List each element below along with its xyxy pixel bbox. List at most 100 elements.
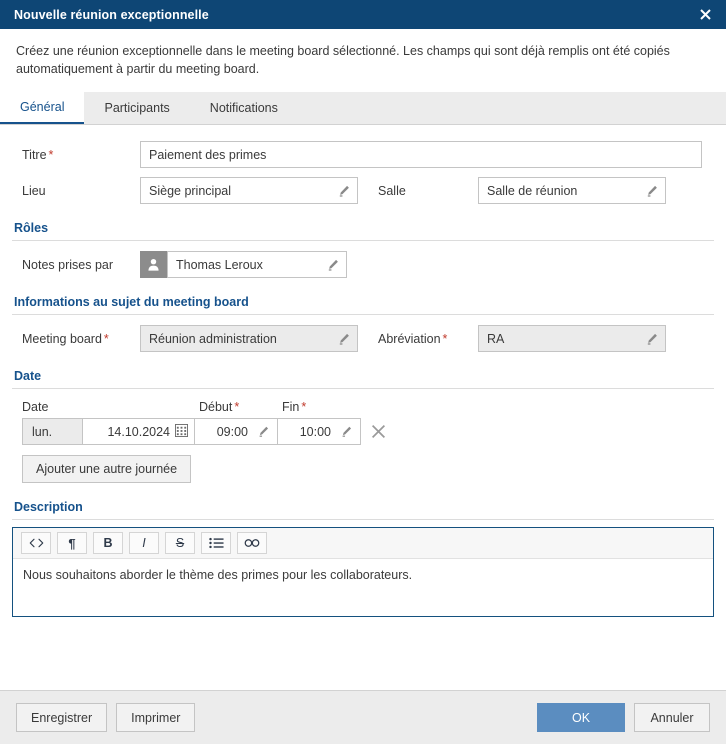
pencil-icon[interactable] [340,425,354,439]
dialog-description: Créez une réunion exceptionnelle dans le… [0,29,726,93]
column-header-debut-text: Début [199,400,233,415]
input-lieu-value: Siège principal [149,183,231,198]
remove-date-icon[interactable] [371,424,387,440]
strikethrough-icon[interactable]: S [165,532,195,555]
bold-icon[interactable]: B [93,532,123,555]
strikethrough-glyph: S [175,536,185,551]
row-titre: Titre * Paiement des primes [12,141,714,169]
input-fin[interactable]: 10:00 [278,418,361,446]
required-marker: * [103,331,109,346]
input-lieu[interactable]: Siège principal [140,177,358,205]
input-abreviation[interactable]: RA [478,325,666,353]
row-notes-prises-par: Notes prises par Thomas Leroux [12,251,714,279]
bold-glyph: B [103,536,113,551]
input-date[interactable]: 14.10.2024 [83,418,195,446]
add-another-day-button[interactable]: Ajouter une autre journée [22,455,192,484]
required-marker: * [234,400,240,415]
pencil-glyph [339,333,349,345]
italic-icon[interactable]: I [129,532,159,555]
date-weekday: lun. [22,418,83,446]
row-meeting-board: Meeting board * Réunion administration Ab… [12,325,714,353]
code-glyph [29,538,43,548]
required-marker: * [48,147,54,162]
tab-notifications[interactable]: Notifications [190,92,298,124]
person-icon [140,251,167,279]
section-header-date: Date [12,369,714,390]
close-icon[interactable] [696,6,714,24]
section-header-meeting-board: Informations au sujet du meeting board [12,295,714,316]
editor-toolbar: ¶ B I S [13,528,713,560]
input-titre[interactable]: Paiement des primes [140,141,702,169]
label-titre-text: Titre [22,147,47,162]
save-button[interactable]: Enregistrer [16,703,108,732]
required-marker: * [301,400,307,415]
ok-button[interactable]: OK [537,703,625,732]
bullet-list-glyph [208,538,224,549]
label-meeting-board-text: Meeting board [22,331,102,346]
label-abreviation-text: Abréviation [378,331,441,346]
link-icon[interactable] [237,532,267,555]
input-meeting-board[interactable]: Réunion administration [140,325,358,353]
calendar-icon[interactable] [175,423,188,440]
column-header-fin: Fin * [282,400,365,414]
input-debut[interactable]: 09:00 [195,418,278,446]
label-salle: Salle [378,183,406,198]
pencil-icon[interactable] [337,184,351,198]
input-notes-prises-par-value: Thomas Leroux [176,257,263,272]
close-glyph [372,424,385,438]
close-glyph [699,9,711,20]
pencil-icon[interactable] [645,184,659,198]
section-header-roles: Rôles [12,221,714,242]
italic-glyph: I [142,536,146,551]
tab-general[interactable]: Général [0,92,85,125]
date-row: lun. 14.10.2024 09:00 10:00 [12,418,714,446]
paragraph-icon[interactable]: ¶ [57,532,87,555]
input-meeting-board-value: Réunion administration [149,331,277,346]
pencil-glyph [342,426,352,437]
pencil-glyph [259,426,269,437]
pencil-icon[interactable] [257,425,271,439]
date-column-headers: Date Début * Fin * [12,400,714,414]
input-debut-value: 09:00 [216,424,248,439]
pencil-glyph [339,185,349,197]
pencil-glyph [328,259,338,271]
input-salle[interactable]: Salle de réunion [478,177,666,205]
column-header-date: Date [22,400,49,415]
cancel-button[interactable]: Annuler [634,703,710,732]
tab-bar: Général Participants Notifications [0,92,726,126]
pencil-icon[interactable] [337,332,351,346]
label-notes-prises-par: Notes prises par [22,257,114,272]
section-header-description: Description [12,500,714,521]
code-icon[interactable] [21,532,51,555]
input-notes-prises-par[interactable]: Thomas Leroux [167,251,347,279]
dialog-titlebar: Nouvelle réunion exceptionnelle [0,0,726,29]
label-lieu: Lieu [22,183,46,198]
link-glyph [244,539,260,548]
column-header-fin-text: Fin [282,400,300,415]
dialog-nouvelle-reunion: Nouvelle réunion exceptionnelle Créez un… [0,0,726,744]
paragraph-glyph: ¶ [68,535,76,551]
dialog-footer: Enregistrer Imprimer OK Annuler [0,690,726,744]
required-marker: * [442,331,448,346]
calendar-glyph [175,423,188,437]
bullet-list-icon[interactable] [201,532,231,555]
input-fin-value: 10:00 [299,424,331,439]
pencil-icon[interactable] [326,258,340,272]
add-day-wrapper: Ajouter une autre journée [12,455,714,484]
row-lieu-salle: Lieu Siège principal Salle Salle de réun… [12,177,714,205]
person-glyph [148,259,159,271]
input-date-value: 14.10.2024 [107,424,170,439]
form-content: Titre * Paiement des primes Lieu Siège pr… [0,125,726,690]
label-meeting-board: Meeting board * [12,332,140,346]
input-titre-value: Paiement des primes [149,147,267,162]
print-button[interactable]: Imprimer [116,703,196,732]
pencil-glyph [647,185,657,197]
pencil-icon[interactable] [645,332,659,346]
label-titre: Titre * [12,148,140,162]
tab-participants[interactable]: Participants [84,92,189,124]
pencil-glyph [647,333,657,345]
input-salle-value: Salle de réunion [487,183,578,198]
column-header-debut: Début * [199,400,282,414]
description-text[interactable]: Nous souhaitons aborder le thème des pri… [13,559,713,616]
description-editor[interactable]: ¶ B I S Nous souhaitons aborder le thème… [12,527,714,618]
